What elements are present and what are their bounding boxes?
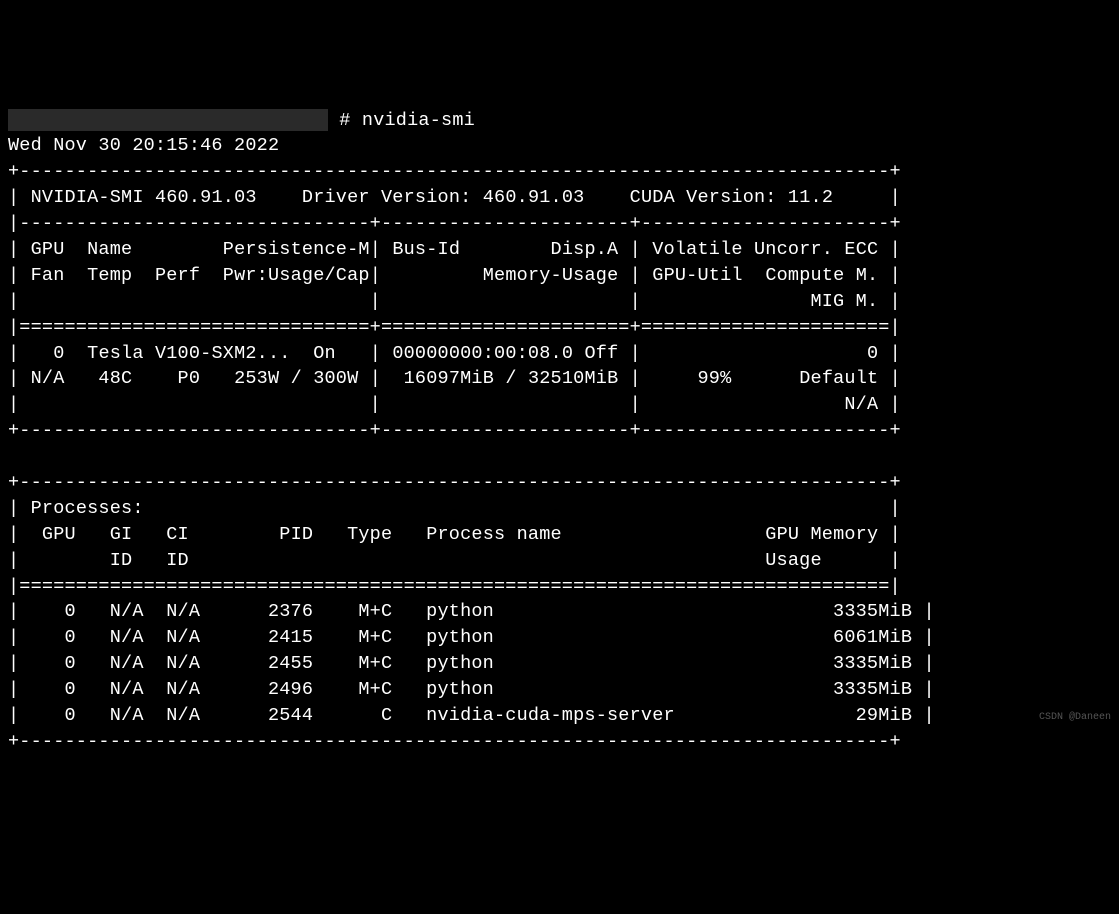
gpu-busid: 00000000:00:08.0 <box>392 343 573 364</box>
gpu-perf: P0 <box>178 368 201 389</box>
phdr-pname: Process name <box>426 524 562 545</box>
gpu-ecc: 0 <box>867 343 878 364</box>
phdr-usage: Usage <box>765 550 822 571</box>
processes-title: Processes: <box>31 498 144 519</box>
gpu-pwr-usage: 253W <box>234 368 279 389</box>
col-header-row2: | Fan Temp Perf Pwr:Usage/Cap| Memory-Us… <box>8 265 901 286</box>
proc-header-row2: | ID ID Usage | <box>8 550 901 571</box>
hdr-persistence: Persistence-M <box>223 239 370 260</box>
hdr-name: Name <box>87 239 132 260</box>
proc-header-row1: | GPU GI CI PID Type Process name GPU Me… <box>8 524 901 545</box>
phdr-ci: CI <box>166 524 189 545</box>
driver-version: 460.91.03 <box>483 187 585 208</box>
hdr-gpu: GPU <box>31 239 65 260</box>
driver-label: Driver Version: <box>302 187 472 208</box>
phdr-gi: GI <box>110 524 133 545</box>
hdr-gpuutil: GPU-Util <box>652 265 742 286</box>
phdr-type: Type <box>347 524 392 545</box>
col-header-row1: | GPU Name Persistence-M| Bus-Id Disp.A … <box>8 239 901 260</box>
gpu-id: 0 <box>53 343 64 364</box>
gpu-mem-used: 16097MiB <box>404 368 494 389</box>
smi-version: 460.91.03 <box>155 187 257 208</box>
gpu-persistence: On <box>313 343 336 364</box>
box-bottom1: +-------------------------------+-------… <box>8 420 901 441</box>
hdr-migm: MIG M. <box>810 291 878 312</box>
watermark: CSDN @Daneen <box>1039 711 1111 725</box>
hdr-dispa: Disp.A <box>551 239 619 260</box>
col-header-row3: | | | MIG M. | <box>8 291 901 312</box>
gpu-dispa: Off <box>584 343 618 364</box>
hdr-busid: Bus-Id <box>392 239 460 260</box>
proc-box-top: +---------------------------------------… <box>8 472 901 493</box>
hdr-ecc: Volatile Uncorr. ECC <box>652 239 878 260</box>
hdr-fan: Fan <box>31 265 65 286</box>
gpu-pwr-cap: 300W <box>313 368 358 389</box>
hdr-pwr: Pwr:Usage/Cap <box>223 265 370 286</box>
proc-title-line: | Processes: | <box>8 498 901 519</box>
gpu-row-line1: | 0 Tesla V100-SXM2... On | 00000000:00:… <box>8 343 901 364</box>
command-typed[interactable]: nvidia-smi <box>362 110 475 131</box>
proc-div: |=======================================… <box>8 576 901 597</box>
box-div1: |-------------------------------+-------… <box>8 213 901 234</box>
terminal-output: # nvidia-smi Wed Nov 30 20:15:46 2022 +-… <box>8 108 1111 755</box>
gpu-mem-total: 32510MiB <box>528 368 618 389</box>
box-div2: |===============================+=======… <box>8 317 901 338</box>
gpu-row-line2: | N/A 48C P0 253W / 300W | 16097MiB / 32… <box>8 368 901 389</box>
gpu-mig-mode: N/A <box>844 394 878 415</box>
box-top: +---------------------------------------… <box>8 161 901 182</box>
hdr-computem: Compute M. <box>765 265 878 286</box>
hdr-memusage: Memory-Usage <box>483 265 619 286</box>
phdr-gpu: GPU <box>42 524 76 545</box>
gpu-name: Tesla V100-SXM2... <box>87 343 290 364</box>
phdr-ci-id: ID <box>166 550 189 571</box>
phdr-gi-id: ID <box>110 550 133 571</box>
smi-label: NVIDIA-SMI <box>31 187 144 208</box>
phdr-mem: GPU Memory <box>765 524 878 545</box>
hostname-redacted <box>8 109 328 131</box>
gpu-compute-mode: Default <box>799 368 878 389</box>
cuda-label: CUDA Version: <box>630 187 777 208</box>
gpu-row-line3: | | | N/A | <box>8 394 901 415</box>
gpu-temp: 48C <box>98 368 132 389</box>
hdr-perf: Perf <box>155 265 200 286</box>
proc-box-bottom: +---------------------------------------… <box>8 731 901 752</box>
timestamp: Wed Nov 30 20:15:46 2022 <box>8 135 279 156</box>
cuda-version: 11.2 <box>788 187 833 208</box>
prompt-separator: # <box>328 110 362 131</box>
hdr-temp: Temp <box>87 265 132 286</box>
gpu-fan: N/A <box>31 368 65 389</box>
proc-rows: | 0 N/A N/A 2376 M+C python 3335MiB | | … <box>8 601 935 726</box>
gpu-util: 99% <box>698 368 732 389</box>
phdr-pid: PID <box>279 524 313 545</box>
header-line: | NVIDIA-SMI 460.91.03 Driver Version: 4… <box>8 187 901 208</box>
